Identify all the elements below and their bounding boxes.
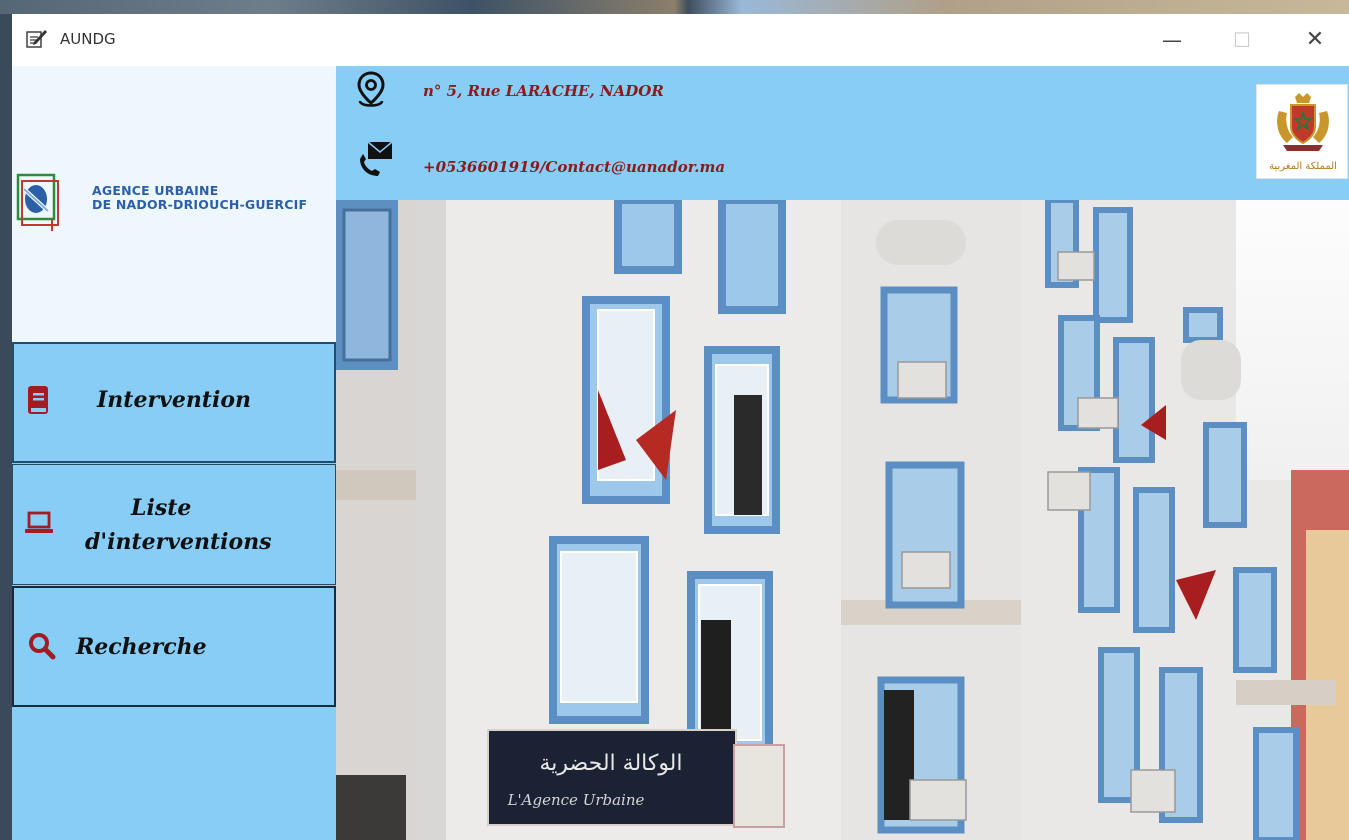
address-text: n° 5, Rue LARACHE, NADOR [423,82,664,100]
logo-area: AGENCE URBAINE DE NADOR-DRIOUCH-GUERCIF [12,66,336,342]
search-icon [29,633,56,660]
envelope-phone-icon [360,141,393,176]
coat-of-arms-icon [1277,93,1329,151]
desktop-background [0,0,1349,14]
sidebar: AGENCE URBAINE DE NADOR-DRIOUCH-GUERCIF … [12,66,336,840]
window-title: AUNDG [60,30,116,48]
location-pin-icon [357,71,385,107]
agency-logo-icon [16,173,59,231]
nav-liste-label-line2: d'interventions [85,529,272,555]
book-icon [28,386,48,414]
nav-liste-interventions-button[interactable]: Liste d'interventions [12,464,336,585]
morocco-emblem: المملكة المغربية [1256,84,1348,179]
sign-french-text: L'Agence Urbaine [507,791,645,809]
nav-recherche-button[interactable]: Recherche [12,586,336,707]
maximize-button[interactable]: ☐ [1230,28,1254,52]
emblem-caption: المملكة المغربية [1269,161,1337,172]
agency-logo-text: AGENCE URBAINE DE NADOR-DRIOUCH-GUERCIF [92,183,308,212]
nav-intervention-button[interactable]: Intervention [12,342,336,463]
contact-text: +0536601919/Contact@uanador.ma [423,158,726,176]
app-edit-icon [26,30,47,48]
close-button[interactable]: ✕ [1303,28,1327,52]
app-window: AUNDG — ☐ ✕ AGENCE URBAINE DE NADOR-DRIO… [12,14,1349,840]
nav-intervention-label: Intervention [97,387,251,413]
minimize-button[interactable]: — [1160,28,1184,52]
header-banner: n° 5, Rue LARACHE, NADOR +0536601919/Con… [336,66,1349,200]
laptop-icon [25,511,53,533]
nav-recherche-label: Recherche [76,634,207,660]
agency-building-photo: الوكالة الحضرية L'Agence Urbaine [336,200,1349,840]
title-bar[interactable]: AUNDG — ☐ ✕ [12,14,1349,66]
building-illustration: الوكالة الحضرية L'Agence Urbaine [336,200,1349,840]
nav-liste-label-line1: Liste [131,495,192,521]
sign-arabic-text: الوكالة الحضرية [540,751,683,776]
